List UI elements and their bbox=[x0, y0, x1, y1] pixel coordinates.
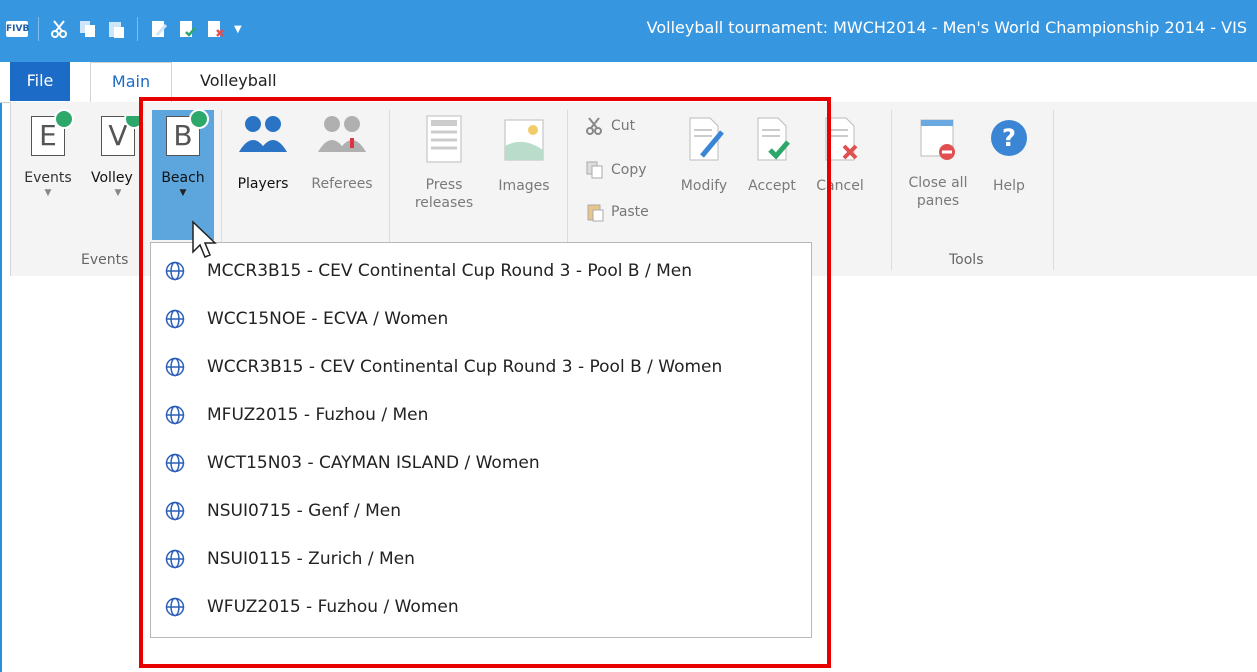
title-bar: FIVB ▼ Volleyball tournament: MWCH2014 -… bbox=[0, 0, 1257, 62]
close-all-panes-label: Close all panes bbox=[908, 175, 968, 209]
events-icon: E bbox=[31, 109, 74, 156]
events-button-label: Events bbox=[24, 170, 72, 186]
tab-file[interactable]: File bbox=[10, 62, 70, 101]
close-panes-icon bbox=[920, 119, 955, 160]
events-button[interactable]: E Events ▼ bbox=[17, 109, 79, 198]
window-title: Volleyball tournament: MWCH2014 - Men's … bbox=[646, 18, 1247, 37]
chevron-down-icon: ▼ bbox=[44, 188, 52, 198]
quick-access-toolbar: FIVB ▼ bbox=[6, 12, 242, 46]
modify-icon[interactable] bbox=[148, 17, 170, 41]
cancel-icon[interactable] bbox=[204, 17, 226, 41]
qat-separator bbox=[137, 17, 138, 41]
volley-icon: V bbox=[101, 116, 144, 156]
svg-text:?: ? bbox=[1002, 124, 1016, 152]
paste-icon[interactable] bbox=[105, 17, 127, 41]
group-label-events: Events bbox=[81, 252, 129, 268]
tab-volleyball[interactable]: Volleyball bbox=[186, 62, 291, 102]
accept-icon[interactable] bbox=[176, 17, 198, 41]
highlight-box bbox=[139, 97, 831, 668]
copy-icon[interactable] bbox=[77, 17, 99, 41]
app-logo-icon: FIVB bbox=[6, 21, 29, 37]
help-icon: ? bbox=[991, 120, 1027, 156]
qat-separator bbox=[38, 17, 39, 41]
help-label: Help bbox=[993, 178, 1025, 194]
close-all-panes-button[interactable]: Close all panes bbox=[901, 114, 975, 210]
cut-icon[interactable] bbox=[49, 17, 71, 41]
help-button[interactable]: ? Help bbox=[981, 114, 1037, 196]
group-separator bbox=[891, 110, 892, 270]
group-label-tools: Tools bbox=[949, 252, 984, 268]
group-separator bbox=[1053, 110, 1054, 270]
qat-customize-icon[interactable]: ▼ bbox=[234, 24, 242, 35]
badge-icon bbox=[54, 109, 74, 129]
